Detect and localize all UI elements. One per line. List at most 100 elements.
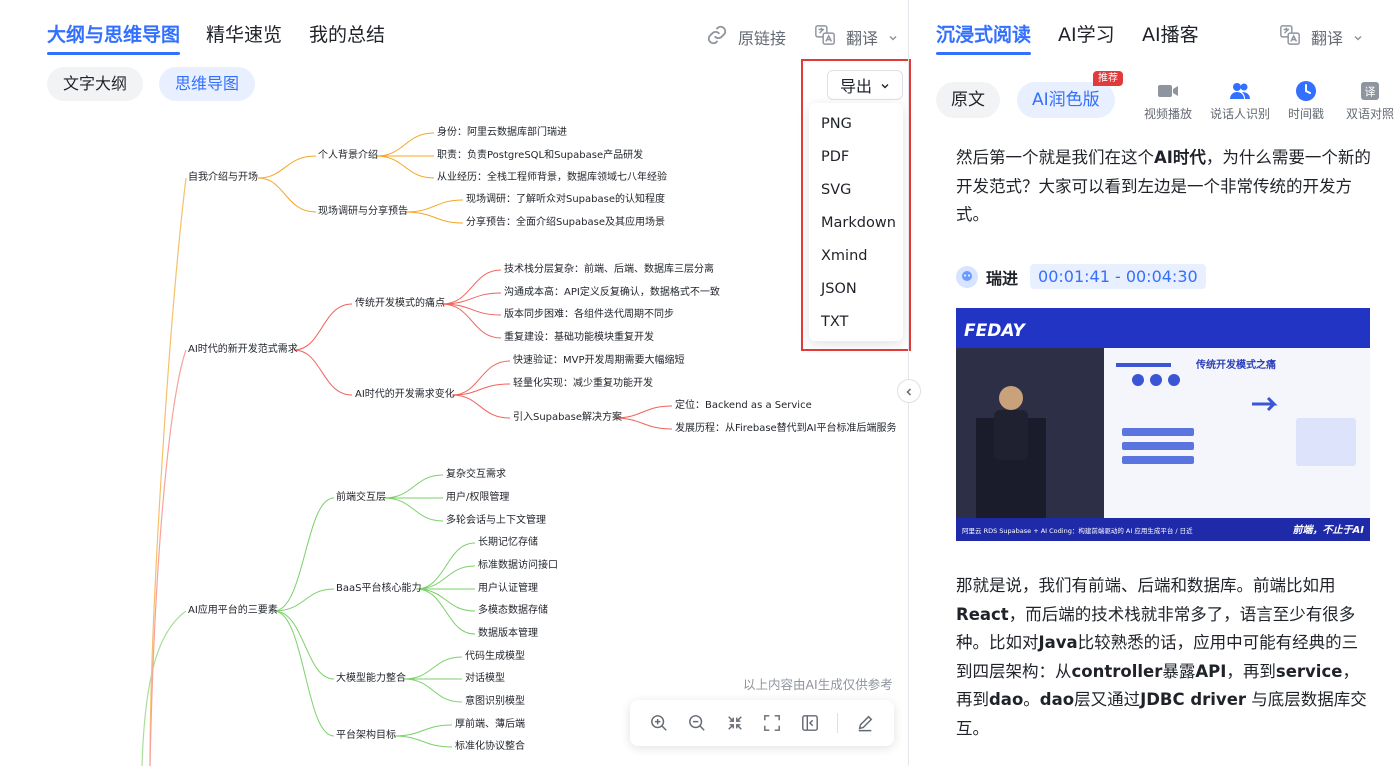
svg-text:译: 译 (1365, 86, 1376, 99)
mindmap-node[interactable]: AI时代的开发需求变化 (355, 388, 455, 402)
mindmap-node[interactable]: 多轮会话与上下文管理 (446, 514, 546, 528)
fit-icon[interactable] (718, 708, 752, 738)
mindmap-node[interactable]: 前端交互层 (336, 491, 386, 505)
tab-ai-learning[interactable]: AI学习 (1058, 20, 1115, 47)
mindmap-node[interactable]: 用户/权限管理 (446, 491, 509, 505)
mindmap-node[interactable]: 从业经历：全栈工程师背景，数据库领域七八年经验 (437, 171, 667, 185)
translate-button[interactable]: 翻译 (814, 24, 898, 50)
mindmap-node[interactable]: 技术栈分层复杂：前端、后端、数据库三层分离 (504, 263, 714, 277)
video-frame[interactable]: FEDAY 传统开发模式之痛 阿里云 RDS Supabase + AI Cod… (956, 308, 1370, 541)
mindmap-node[interactable]: 身份：阿里云数据库部门瑞进 (437, 126, 567, 140)
clock-icon (1288, 80, 1324, 102)
mindmap-node[interactable]: 沟通成本高：API定义反复确认，数据格式不一致 (504, 286, 720, 300)
export-button[interactable]: 导出 (827, 70, 903, 100)
mindmap-node[interactable]: 轻量化实现：减少重复功能开发 (513, 377, 653, 391)
pill-ai-polished[interactable]: AI润色版 (1017, 82, 1115, 118)
mindmap-node[interactable]: 自我介绍与开场 (188, 171, 258, 185)
mindmap-node[interactable]: 标准化协议整合 (455, 740, 525, 754)
feature-speaker-id[interactable]: 说话人识别 (1210, 80, 1270, 122)
toolbar-divider (837, 713, 839, 733)
mindmap-node[interactable]: 用户认证管理 (478, 582, 538, 596)
timestamp-link[interactable]: 00:01:41 - 00:04:30 (1030, 264, 1206, 289)
transcript-paragraph: 然后第一个就是我们在这个AI时代，为什么需要一个新的开发范式？大家可以看到左边是… (956, 148, 1371, 224)
mindmap-node[interactable]: 现场调研：了解听众对Supabase的认知程度 (466, 193, 665, 207)
zoom-out-icon[interactable] (680, 708, 714, 738)
zoom-in-icon[interactable] (642, 708, 676, 738)
mindmap-node[interactable]: 长期记忆存储 (478, 536, 538, 550)
mindmap-node[interactable]: 意图识别模型 (465, 695, 525, 709)
mindmap-node[interactable]: 标准数据访问接口 (478, 559, 558, 573)
mindmap-node[interactable]: 对话模型 (465, 672, 505, 686)
video-thumbnail: FEDAY 传统开发模式之痛 阿里云 RDS Supabase + AI Cod… (956, 308, 1370, 541)
mindmap-node[interactable]: 版本同步困难：各组件迭代周期不同步 (504, 308, 674, 322)
pill-original-text[interactable]: 原文 (936, 82, 1000, 118)
recommend-badge: 推荐 (1093, 71, 1123, 86)
tab-ai-podcast[interactable]: AI播客 (1142, 20, 1199, 47)
summary-panel: 大纲与思维导图 精华速览 我的总结 原链接 翻译 文字大纲 思维导图 自我介绍与… (0, 0, 911, 766)
original-link-button[interactable]: 原链接 (706, 24, 786, 50)
export-option-xmind[interactable]: Xmind (809, 240, 903, 273)
mindmap-node[interactable]: 复杂交互需求 (446, 468, 506, 482)
chevron-down-icon (888, 28, 898, 47)
pill-mindmap[interactable]: 思维导图 (159, 67, 256, 101)
video-icon (1144, 80, 1192, 102)
translate-icon: 译 (1346, 80, 1394, 102)
mindmap-node[interactable]: 厚前端、薄后端 (455, 718, 525, 732)
mindmap-node[interactable]: BaaS平台核心能力 (336, 582, 421, 596)
fullscreen-icon[interactable] (756, 708, 790, 738)
mindmap-node[interactable]: 大模型能力整合 (336, 672, 406, 686)
video-slogan: 前端，不止于AI (1293, 524, 1365, 536)
translate-label: 翻译 (846, 29, 879, 48)
mindmap-node[interactable]: 重复建设：基础功能模块重复开发 (504, 331, 654, 345)
export-option-png[interactable]: PNG (809, 108, 903, 141)
translate-button-right[interactable]: 翻译 (1279, 24, 1363, 50)
mindmap-toolbar (630, 700, 894, 746)
speaker-name: 瑞进 (986, 268, 1019, 288)
edit-icon[interactable] (848, 708, 882, 738)
mindmap-node[interactable]: 定位：Backend as a Service (675, 399, 812, 413)
mindmap-node[interactable]: 分享预告：全面介绍Supabase及其应用场景 (466, 216, 665, 230)
mindmap-node[interactable]: 发展历程：从Firebase替代到AI平台标准后端服务 (675, 422, 896, 436)
feature-label: 时间戳 (1288, 107, 1325, 121)
mindmap-node[interactable]: 个人背景介绍 (318, 149, 378, 163)
feature-label: 双语对照 (1346, 107, 1395, 121)
feature-label: 视频播放 (1144, 107, 1193, 121)
export-option-svg[interactable]: SVG (809, 174, 903, 207)
tab-outline-mindmap[interactable]: 大纲与思维导图 (47, 20, 181, 55)
tab-immersive-reading[interactable]: 沉浸式阅读 (936, 20, 1032, 55)
mindmap-node[interactable]: 传统开发模式的痛点 (355, 297, 445, 311)
mindmap-node[interactable]: 职责：负责PostgreSQL和Supabase产品研发 (437, 149, 643, 163)
speaker-icon (1210, 80, 1270, 102)
mindmap-node[interactable]: 现场调研与分享预告 (318, 205, 408, 219)
link-icon (706, 24, 728, 50)
chevron-down-icon (880, 76, 890, 95)
export-option-json[interactable]: JSON (809, 273, 903, 306)
original-link-label: 原链接 (738, 29, 787, 48)
tab-my-summary[interactable]: 我的总结 (309, 20, 385, 47)
feature-timestamp[interactable]: 时间戳 (1288, 80, 1324, 122)
export-option-txt[interactable]: TXT (809, 306, 903, 339)
tab-highlights[interactable]: 精华速览 (206, 20, 282, 47)
collapse-panel-icon[interactable] (793, 708, 827, 738)
mindmap-connectors (141, 132, 673, 766)
avatar (956, 265, 978, 288)
mindmap-node[interactable]: 多模态数据存储 (478, 604, 548, 618)
export-option-pdf[interactable]: PDF (809, 141, 903, 174)
feature-video-play[interactable]: 视频播放 (1144, 80, 1192, 122)
reading-panel: 沉浸式阅读 AI学习 AI播客 翻译 原文 AI润色版 推荐 视频播放 说话人识… (909, 0, 1400, 766)
ai-disclaimer: 以上内容由AI生成仅供参考 (743, 677, 893, 692)
mindmap-node[interactable]: 代码生成模型 (465, 650, 525, 664)
export-label: 导出 (839, 77, 872, 96)
mindmap-node[interactable]: 快速验证：MVP开发周期需要大幅缩短 (513, 354, 685, 368)
mindmap-node[interactable]: AI应用平台的三要素 (188, 604, 278, 618)
mindmap-node[interactable]: 平台架构目标 (336, 729, 396, 743)
export-option-markdown[interactable]: Markdown (809, 207, 903, 240)
feature-bilingual[interactable]: 译 双语对照 (1346, 80, 1394, 122)
pill-text-outline[interactable]: 文字大纲 (47, 67, 144, 101)
export-menu: PNG PDF SVG Markdown Xmind JSON TXT (809, 103, 903, 341)
mindmap-node[interactable]: 数据版本管理 (478, 627, 538, 641)
mindmap-canvas[interactable]: 自我介绍与开场 个人背景介绍 身份：阿里云数据库部门瑞进 职责：负责Postgr… (0, 110, 908, 766)
translate-icon (1279, 24, 1301, 50)
mindmap-node[interactable]: 引入Supabase解决方案 (513, 411, 622, 425)
mindmap-node[interactable]: AI时代的新开发范式需求 (188, 343, 298, 357)
